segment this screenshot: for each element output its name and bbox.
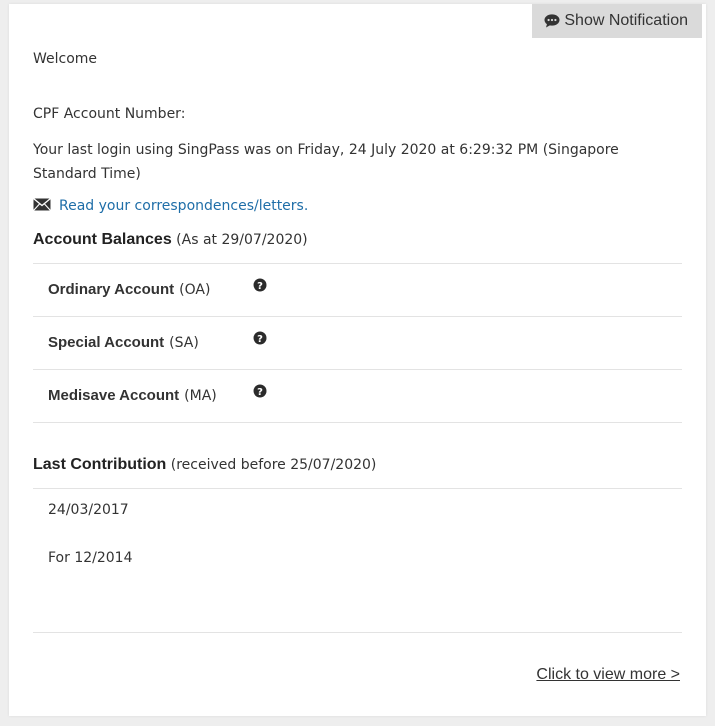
show-notification-label: Show Notification bbox=[564, 12, 688, 29]
contribution-date: 24/03/2017 bbox=[48, 502, 129, 518]
question-circle-icon[interactable]: ? bbox=[253, 384, 267, 402]
divider bbox=[33, 632, 682, 633]
contribution-period: For 12/2014 bbox=[48, 550, 133, 566]
account-name: Medisave Account bbox=[48, 387, 180, 404]
last-contribution-title: Last Contribution bbox=[33, 456, 167, 473]
account-balances-date: (As at 29/07/2020) bbox=[176, 232, 308, 248]
question-circle-icon[interactable]: ? bbox=[253, 331, 267, 349]
account-name: Ordinary Account bbox=[48, 281, 175, 298]
account-balances-heading: Account Balances (As at 29/07/2020) bbox=[33, 231, 308, 249]
account-abbr: (SA) bbox=[169, 334, 199, 351]
svg-text:?: ? bbox=[257, 387, 263, 398]
account-summary-card: Show Notification Welcome CPF Account Nu… bbox=[9, 4, 706, 716]
account-balances-title: Account Balances bbox=[33, 231, 172, 248]
ordinary-account-row: Ordinary Account (OA) ? bbox=[48, 263, 267, 316]
account-abbr: (OA) bbox=[179, 281, 211, 298]
special-account-row: Special Account (SA) ? bbox=[48, 316, 267, 369]
medisave-account-row: Medisave Account (MA) ? bbox=[48, 369, 267, 422]
welcome-text: Welcome bbox=[33, 51, 98, 67]
last-contribution-heading: Last Contribution (received before 25/07… bbox=[33, 456, 376, 474]
question-circle-icon[interactable]: ? bbox=[253, 278, 267, 296]
letters-link-row: Read your correspondences/letters. bbox=[33, 196, 308, 215]
svg-text:?: ? bbox=[257, 334, 263, 345]
svg-text:?: ? bbox=[257, 281, 263, 292]
divider bbox=[33, 422, 682, 423]
account-number-label: CPF Account Number: bbox=[33, 106, 186, 122]
envelope-icon bbox=[33, 196, 51, 215]
account-abbr: (MA) bbox=[184, 387, 217, 404]
show-notification-button[interactable]: Show Notification bbox=[532, 4, 702, 38]
read-correspondences-link[interactable]: Read your correspondences/letters. bbox=[59, 198, 308, 214]
last-login-text: Your last login using SingPass was on Fr… bbox=[33, 142, 619, 182]
view-more-link[interactable]: Click to view more > bbox=[536, 666, 680, 684]
divider bbox=[33, 488, 682, 489]
last-contribution-note: (received before 25/07/2020) bbox=[170, 457, 377, 473]
account-name: Special Account bbox=[48, 334, 165, 351]
chat-bubble-icon bbox=[544, 14, 560, 28]
